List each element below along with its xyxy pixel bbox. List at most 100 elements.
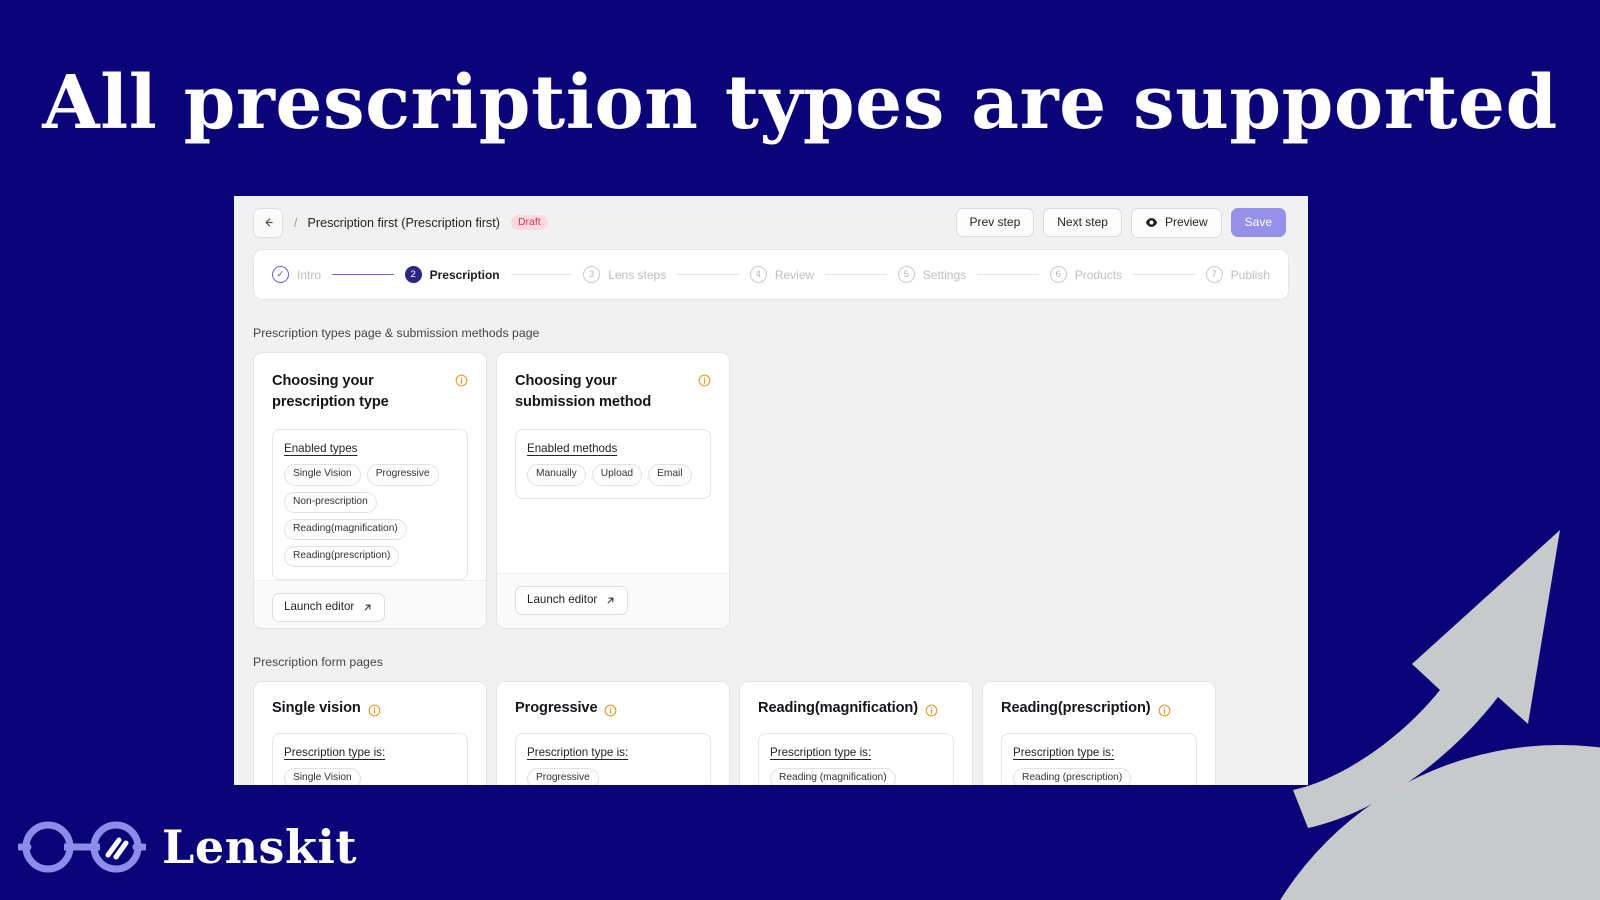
prescription-type-box: Prescription type is: Progressive xyxy=(515,733,711,785)
stepper-step-intro[interactable]: ✓ Intro xyxy=(272,266,321,283)
info-icon[interactable] xyxy=(368,704,381,717)
form-page-card: Single vision Prescription type is: Single… xyxy=(253,681,487,785)
chip-list: Reading (magnification) xyxy=(770,768,942,785)
launch-editor-button[interactable]: Launch editor xyxy=(272,593,386,622)
stepper-step-review[interactable]: 4 Review xyxy=(749,266,815,283)
stepper-step-lens-steps[interactable]: 3 Lens steps xyxy=(583,266,666,283)
info-icon[interactable] xyxy=(455,374,468,387)
chip-list: Single Vision Progressive Non-prescription… xyxy=(284,464,456,568)
glasses-icon xyxy=(18,821,146,873)
chip[interactable]: Manually xyxy=(527,464,586,486)
inner-label: Prescription type is: xyxy=(527,746,629,760)
section-two-heading: Prescription form pages xyxy=(253,655,383,669)
chip-list: Progressive xyxy=(527,768,699,785)
chip[interactable]: Progressive xyxy=(527,768,599,785)
card-header: Choosing your submission method xyxy=(515,371,711,413)
launch-editor-button[interactable]: Launch editor xyxy=(515,586,629,615)
prescription-type-box: Prescription type is: Reading (prescripti… xyxy=(1001,733,1197,785)
eye-icon xyxy=(1145,217,1158,227)
chip[interactable]: Single Vision xyxy=(284,768,361,785)
form-page-card: Progressive Prescription type is: Progress… xyxy=(496,681,730,785)
prescription-types-card-row: Choosing your prescription type Enabled t… xyxy=(253,352,1289,629)
chip[interactable]: Progressive xyxy=(366,464,439,486)
inner-label: Enabled types xyxy=(284,442,358,456)
back-button[interactable] xyxy=(253,207,283,238)
card-title: Choosing your submission method xyxy=(515,373,652,411)
form-page-card: Reading(prescription) Prescription type i… xyxy=(982,681,1216,785)
inner-label: Prescription type is: xyxy=(284,746,386,760)
chip-list: Manually Upload Email xyxy=(527,464,699,486)
card-title-text: Reading(magnification) xyxy=(758,700,918,716)
chip[interactable]: Email xyxy=(648,464,692,486)
card-title-text: Progressive xyxy=(515,700,598,716)
app-topbar: / Prescription first (Prescription first… xyxy=(234,196,1308,249)
brand-name: Lenskit xyxy=(162,820,358,874)
info-icon[interactable] xyxy=(925,704,938,717)
card-title: Reading(magnification) xyxy=(758,698,938,719)
next-step-button[interactable]: Next step xyxy=(1043,208,1122,237)
card-footer: Launch editor xyxy=(254,580,486,628)
card-body: Reading(prescription) Prescription type i… xyxy=(983,682,1215,785)
chip[interactable]: Reading(magnification) xyxy=(284,518,407,541)
prescription-type-box: Prescription type is: Reading (magnificat… xyxy=(758,733,954,785)
step-label: Lens steps xyxy=(608,267,667,282)
arrow-left-icon xyxy=(264,218,273,227)
step-label: Products xyxy=(1074,267,1123,282)
card-title: Single vision xyxy=(272,698,381,719)
stepper-connector xyxy=(677,273,739,276)
step-label: Prescription xyxy=(429,267,500,282)
inner-label: Enabled methods xyxy=(527,442,618,456)
launch-editor-label: Launch editor xyxy=(527,593,598,607)
enabled-items-box: Enabled methods Manually Upload Email xyxy=(515,429,711,499)
step-label: Settings xyxy=(922,267,967,282)
stepper-step-products[interactable]: 6 Products xyxy=(1049,266,1123,283)
prescription-form-card-row: Single vision Prescription type is: Single… xyxy=(253,681,1289,785)
form-page-card: Reading(magnification) Prescription type … xyxy=(739,681,973,785)
stepper-connector xyxy=(825,273,887,276)
card-title: Reading(prescription) xyxy=(1001,698,1171,719)
external-link-arrow-icon xyxy=(607,597,614,604)
chip[interactable]: Reading (magnification) xyxy=(770,768,896,785)
prescription-type-box: Prescription type is: Single Vision xyxy=(272,733,468,785)
card-body: Progressive Prescription type is: Progress… xyxy=(497,682,729,785)
step-indicator: 3 xyxy=(583,266,601,283)
step-label: Publish xyxy=(1230,267,1270,282)
settings-card: Choosing your prescription type Enabled t… xyxy=(253,352,487,629)
step-indicator: 6 xyxy=(1049,266,1067,283)
preview-label: Preview xyxy=(1164,215,1208,229)
chip-list: Reading (prescription) xyxy=(1013,768,1185,785)
info-icon[interactable] xyxy=(1158,704,1171,717)
breadcrumb-title: Prescription first (Prescription first) xyxy=(307,215,500,230)
stepper-step-settings[interactable]: 5 Settings xyxy=(897,266,967,283)
settings-card: Choosing your submission method Enabled m… xyxy=(496,352,730,629)
enabled-items-box: Enabled types Single Vision Progressive Non… xyxy=(272,429,468,581)
card-body: Choosing your submission method Enabled m… xyxy=(497,353,729,573)
page-title: All prescription types are supported xyxy=(42,60,1558,146)
prev-step-button[interactable]: Prev step xyxy=(955,208,1035,237)
card-title: Progressive xyxy=(515,698,617,719)
stepper: ✓ Intro 2 Prescription 3 Lens steps 4 Review 5 Se… xyxy=(253,249,1289,300)
chip[interactable]: Upload xyxy=(591,464,643,486)
stepper-step-publish[interactable]: 7 Publish xyxy=(1205,266,1270,283)
chip-list: Single Vision xyxy=(284,768,456,785)
card-header: Choosing your prescription type xyxy=(272,371,468,413)
info-icon[interactable] xyxy=(604,704,617,717)
launch-editor-label: Launch editor xyxy=(284,600,355,614)
chip[interactable]: Reading (prescription) xyxy=(1013,768,1132,785)
stepper-connector xyxy=(1133,273,1195,276)
step-indicator: 4 xyxy=(749,266,767,283)
info-icon[interactable] xyxy=(698,374,711,387)
preview-button[interactable]: Preview xyxy=(1130,207,1222,238)
card-footer: Launch editor xyxy=(497,573,729,628)
inner-label: Prescription type is: xyxy=(770,746,872,760)
step-label: Review xyxy=(774,267,815,282)
app-screenshot-panel: / Prescription first (Prescription first… xyxy=(234,196,1308,785)
chip[interactable]: Single Vision xyxy=(284,464,361,486)
save-button[interactable]: Save xyxy=(1230,208,1286,237)
status-badge: Draft xyxy=(510,214,548,231)
stepper-step-prescription[interactable]: 2 Prescription xyxy=(404,266,500,283)
chip[interactable]: Reading(prescription) xyxy=(284,546,400,568)
inner-label: Prescription type is: xyxy=(1013,746,1115,760)
chip[interactable]: Non-prescription xyxy=(284,491,377,513)
stepper-connector xyxy=(332,273,394,276)
